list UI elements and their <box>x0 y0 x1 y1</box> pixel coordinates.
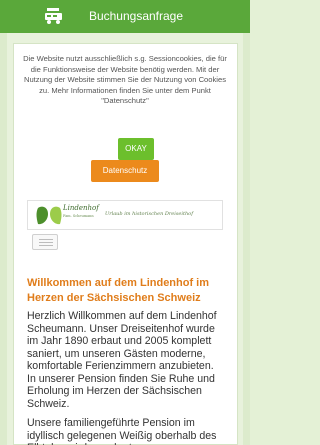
menu-toggle-button[interactable] <box>32 234 58 250</box>
brand-owner: Fam. Scheumann <box>63 214 94 218</box>
intro-paragraph-1: Herzlich Willkommen auf dem Lindenhof Sc… <box>27 310 217 410</box>
privacy-button[interactable]: Datenschutz <box>91 160 159 182</box>
brand-tagline: Urlaub im historischen Dreiseithof <box>105 211 194 217</box>
hamburger-line <box>39 245 53 246</box>
okay-button[interactable]: OKAY <box>118 138 154 160</box>
cookie-notice-text: Die Website nutzt ausschließlich s.g. Se… <box>23 54 227 106</box>
booking-bar[interactable]: Buchungsanfrage <box>0 0 250 33</box>
page-title: Willkommen auf dem Lindenhof im Herzen d… <box>27 277 210 304</box>
brand-name: Lindenhof <box>63 204 99 212</box>
booking-request-label[interactable]: Buchungsanfrage <box>0 0 250 33</box>
intro-text: Herzlich Willkommen auf dem Lindenhof Sc… <box>27 310 225 445</box>
site-header[interactable]: Lindenhof Fam. Scheumann Urlaub im histo… <box>27 200 223 230</box>
intro-paragraph-2: Unsere familiengeführte Pension im idyll… <box>27 417 217 445</box>
linden-leaf-logo-icon <box>36 206 62 225</box>
hamburger-line <box>39 242 53 243</box>
hamburger-icon <box>39 239 53 240</box>
